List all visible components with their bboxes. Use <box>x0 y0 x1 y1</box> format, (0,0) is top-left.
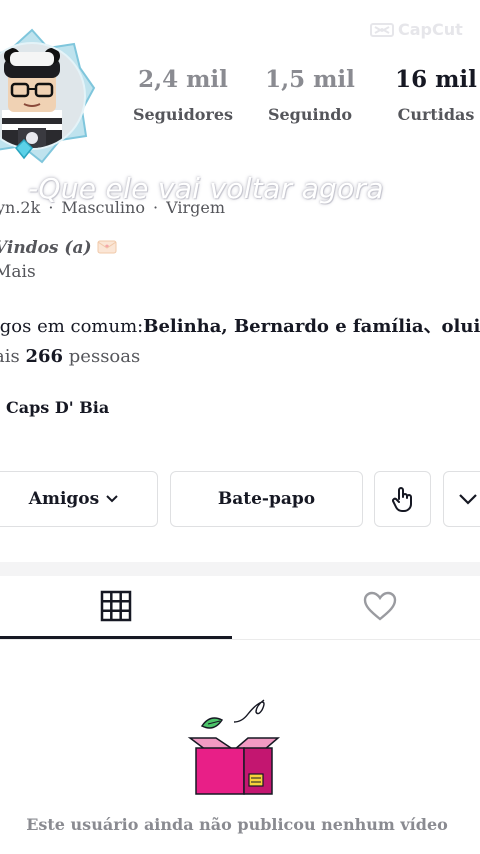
mutual-count: 266 <box>25 346 64 367</box>
likes-count: 16 mil <box>395 66 477 93</box>
capcut-logo-icon <box>370 22 394 37</box>
mutual-friends[interactable]: igos em comum:Belinha, Bernardo e famíli… <box>0 312 480 372</box>
bio-line-1: Vindos (a) <box>0 238 117 258</box>
stat-likes[interactable]: 16 mil Curtidas <box>376 66 480 124</box>
stat-following[interactable]: 1,5 mil Seguindo <box>250 66 370 124</box>
bio-line-2: Mais <box>0 262 36 282</box>
likes-label: Curtidas <box>397 105 475 124</box>
tab-videos[interactable] <box>0 576 232 636</box>
section-divider <box>0 562 480 576</box>
avatar[interactable] <box>0 28 102 168</box>
chat-button[interactable]: Bate-papo <box>170 471 363 527</box>
chat-button-label: Bate-papo <box>217 489 316 509</box>
mutual-names: Belinha, Bernardo e família、oluizb <box>143 316 480 337</box>
stat-followers[interactable]: 2,4 mil Seguidores <box>123 66 243 124</box>
followers-count: 2,4 mil <box>138 66 228 93</box>
following-label: Seguindo <box>267 105 353 124</box>
friends-button-label: Amigos <box>28 489 100 509</box>
chevron-down-icon <box>106 495 118 503</box>
more-options-button[interactable] <box>443 471 480 527</box>
grid-icon <box>100 590 132 622</box>
video-caption-overlay: -Que ele vai voltar agora <box>28 172 384 205</box>
empty-box-icon <box>187 699 281 795</box>
followers-label: Seguidores <box>132 105 234 124</box>
capcut-watermark: CapCut <box>370 20 463 39</box>
mutual-line2-prefix: ais <box>0 346 20 367</box>
following-count: 1,5 mil <box>265 66 355 93</box>
heart-icon <box>363 591 397 621</box>
empty-box-illustration <box>186 698 282 806</box>
mutual-line2-suffix: pessoas <box>68 346 141 367</box>
tab-liked[interactable] <box>280 576 480 636</box>
empty-state-text: Este usuário ainda não publicou nenhum v… <box>26 815 448 834</box>
mutual-prefix: igos em comum: <box>0 316 144 337</box>
bio-text: Vindos (a) <box>0 238 92 258</box>
hand-tap-icon <box>391 487 412 512</box>
poke-button[interactable] <box>374 471 431 527</box>
friends-button[interactable]: Amigos <box>0 471 158 527</box>
watermark-label: CapCut <box>398 20 463 39</box>
linked-account-name[interactable]: Caps D' Bia <box>6 398 109 417</box>
tab-border <box>0 639 480 640</box>
chevron-down-icon <box>459 494 477 505</box>
envelope-icon <box>97 240 117 254</box>
